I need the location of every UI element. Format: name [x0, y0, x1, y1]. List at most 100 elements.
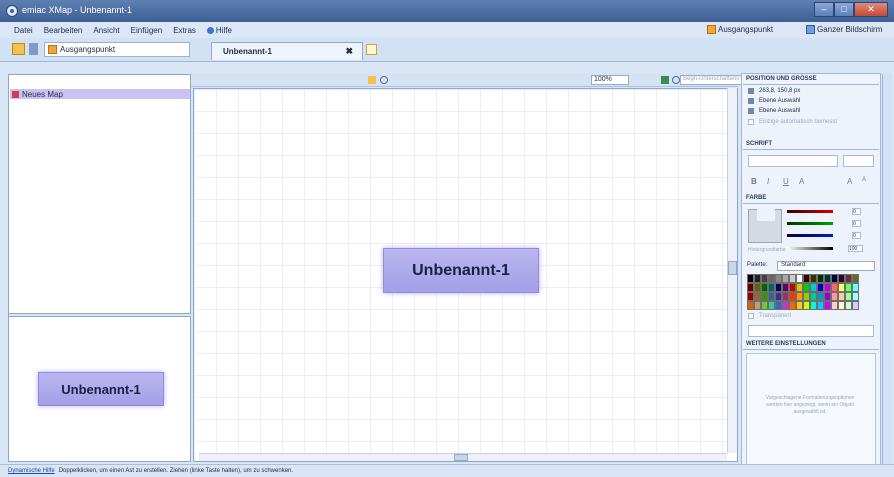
- underline-button[interactable]: U: [783, 177, 789, 186]
- menu-file[interactable]: Datei: [14, 26, 33, 35]
- palette-color-cell[interactable]: [782, 283, 789, 292]
- alpha-value[interactable]: 100: [848, 245, 863, 252]
- palette-color-cell[interactable]: [845, 274, 852, 283]
- palette-color-cell[interactable]: [810, 301, 817, 310]
- menu-insert[interactable]: Einfügen: [131, 26, 163, 35]
- horizontal-scroll-thumb[interactable]: [454, 454, 468, 461]
- font-family-select[interactable]: [748, 155, 838, 167]
- green-slider[interactable]: [787, 222, 833, 225]
- tab-close-icon[interactable]: ✖: [345, 46, 353, 57]
- panel-splitter[interactable]: [9, 313, 191, 317]
- home-button[interactable]: Ausgangspunkt: [707, 25, 773, 34]
- palette-color-cell[interactable]: [803, 283, 810, 292]
- blue-value[interactable]: 0: [852, 232, 861, 239]
- palette-color-cell[interactable]: [831, 274, 838, 283]
- menu-tools[interactable]: Extras: [173, 26, 196, 35]
- transparent-checkbox[interactable]: Transparent: [748, 313, 791, 319]
- palette-color-cell[interactable]: [824, 292, 831, 301]
- palette-color-cell[interactable]: [796, 274, 803, 283]
- palette-color-cell[interactable]: [796, 292, 803, 301]
- palette-color-cell[interactable]: [747, 301, 754, 310]
- palette-color-cell[interactable]: [789, 301, 796, 310]
- palette-color-cell[interactable]: [754, 292, 761, 301]
- palette-color-cell[interactable]: [838, 292, 845, 301]
- palette-color-cell[interactable]: [775, 292, 782, 301]
- style-select[interactable]: [748, 325, 874, 337]
- palette-color-cell[interactable]: [831, 292, 838, 301]
- tree-item-new-map[interactable]: Neues Map: [10, 89, 190, 99]
- central-topic[interactable]: Unbenannt-1: [383, 248, 539, 293]
- bold-button[interactable]: B: [751, 177, 757, 186]
- section-font[interactable]: SCHRIFT: [743, 141, 879, 150]
- dynamic-help-link[interactable]: Dynamische Hilfe: [8, 468, 55, 474]
- palette-color-cell[interactable]: [775, 274, 782, 283]
- palette-color-cell[interactable]: [747, 292, 754, 301]
- palette-color-cell[interactable]: [838, 283, 845, 292]
- palette-color-cell[interactable]: [817, 274, 824, 283]
- alpha-slider[interactable]: [787, 247, 833, 250]
- palette-color-cell[interactable]: [761, 292, 768, 301]
- blue-slider[interactable]: [787, 234, 833, 237]
- section-position[interactable]: POSITION UND GRÖSSE: [743, 76, 879, 85]
- palette-color-cell[interactable]: [747, 283, 754, 292]
- level-row-1[interactable]: Ebene Auswahl: [748, 98, 800, 104]
- palette-color-cell[interactable]: [754, 301, 761, 310]
- vertical-scrollbar[interactable]: [727, 88, 737, 453]
- italic-button[interactable]: I: [767, 177, 769, 186]
- minimize-button[interactable]: –: [814, 2, 834, 17]
- palette-color-cell[interactable]: [852, 274, 859, 283]
- palette-color-cell[interactable]: [768, 301, 775, 310]
- green-value[interactable]: 0: [852, 220, 861, 227]
- red-value[interactable]: 0: [852, 208, 861, 215]
- palette-color-cell[interactable]: [789, 274, 796, 283]
- palette-color-cell[interactable]: [824, 274, 831, 283]
- palette-color-cell[interactable]: [831, 301, 838, 310]
- palette-color-cell[interactable]: [838, 301, 845, 310]
- vertical-scroll-thumb[interactable]: [728, 261, 737, 275]
- section-more-settings[interactable]: WEITERE EINSTELLUNGEN: [743, 341, 879, 350]
- maximize-button[interactable]: □: [834, 2, 854, 17]
- palette-color-cell[interactable]: [754, 283, 761, 292]
- palette-color-cell[interactable]: [768, 274, 775, 283]
- palette-color-cell[interactable]: [761, 301, 768, 310]
- palette-color-cell[interactable]: [852, 292, 859, 301]
- preview-topic[interactable]: Unbenannt-1: [38, 372, 164, 406]
- font-size-select[interactable]: [843, 155, 874, 167]
- zoom-icon[interactable]: [380, 76, 388, 84]
- palette-color-cell[interactable]: [747, 274, 754, 283]
- palette-color-cell[interactable]: [775, 283, 782, 292]
- palette-select[interactable]: Standard: [777, 261, 875, 271]
- palette-color-cell[interactable]: [754, 274, 761, 283]
- font-color-button[interactable]: A: [799, 177, 804, 186]
- palette-color-cell[interactable]: [831, 283, 838, 292]
- palette-color-cell[interactable]: [824, 301, 831, 310]
- tab-unbenannt-1[interactable]: Unbenannt-1 ✖: [211, 42, 363, 60]
- palette-color-cell[interactable]: [838, 274, 845, 283]
- color-swatch[interactable]: [748, 209, 782, 243]
- palette-color-cell[interactable]: [761, 283, 768, 292]
- palette-color-cell[interactable]: [768, 283, 775, 292]
- level-row-2[interactable]: Ebene Auswahl: [748, 108, 800, 114]
- palette-color-cell[interactable]: [789, 283, 796, 292]
- palette-color-cell[interactable]: [817, 301, 824, 310]
- palette-color-cell[interactable]: [810, 274, 817, 283]
- horizontal-scrollbar[interactable]: [199, 453, 727, 461]
- palette-color-cell[interactable]: [796, 283, 803, 292]
- menu-view[interactable]: Ansicht: [93, 26, 119, 35]
- palette-color-cell[interactable]: [845, 292, 852, 301]
- palette-color-cell[interactable]: [789, 292, 796, 301]
- palette-color-cell[interactable]: [852, 283, 859, 292]
- palette-color-cell[interactable]: [817, 292, 824, 301]
- palette-color-cell[interactable]: [845, 283, 852, 292]
- palette-color-cell[interactable]: [782, 292, 789, 301]
- map-selector[interactable]: Ausgangspunkt: [44, 42, 190, 57]
- palette-color-cell[interactable]: [852, 301, 859, 310]
- menu-help[interactable]: Hilfe: [206, 26, 232, 35]
- section-color[interactable]: FARBE: [743, 195, 879, 204]
- palette-color-cell[interactable]: [824, 283, 831, 292]
- new-map-icon[interactable]: [12, 43, 25, 55]
- auto-size-checkbox[interactable]: Einzige automatisch bemesst: [748, 119, 837, 125]
- palette-color-cell[interactable]: [782, 274, 789, 283]
- palette-color-cell[interactable]: [817, 283, 824, 292]
- palette-color-cell[interactable]: [761, 274, 768, 283]
